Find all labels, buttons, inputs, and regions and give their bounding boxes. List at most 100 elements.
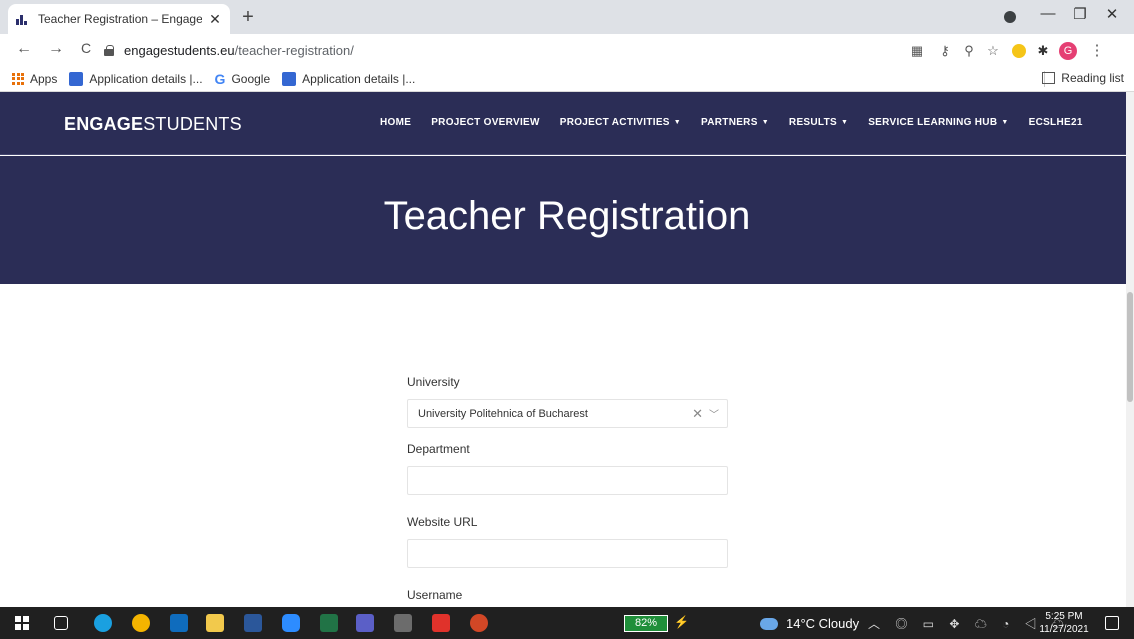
zoom-icon[interactable]: ⚲ [960,43,978,59]
reading-list-button[interactable]: Reading list [1042,71,1124,85]
department-label: Department [407,442,470,456]
weather-text: 14°C Cloudy [786,616,860,631]
weather-widget[interactable]: 14°C Cloudy [760,616,859,631]
apps-grid-icon [12,72,24,85]
forward-button[interactable]: → [46,40,66,58]
website-url-label: Website URL [407,515,478,529]
caret-down-icon: ▼ [840,119,849,126]
website-url-field[interactable] [407,539,728,568]
nav-item-partners[interactable]: PARTNERS ▼ [701,117,769,128]
task-view-icon[interactable] [54,616,68,630]
university-select[interactable]: University Politehnica of Bucharest ✕ ﹀ [407,399,728,428]
star-icon[interactable]: ☆ [984,43,1002,59]
nav-item-label: PROJECT OVERVIEW [431,117,540,128]
nav-item-ecslhe21[interactable]: ECSLHE21 [1029,117,1083,128]
university-value: University Politehnica of Bucharest [418,407,588,420]
menu-dots-icon[interactable]: ⋮ [1088,41,1106,59]
bookmark-label: Apps [30,71,58,86]
page-hero: Teacher Registration [0,156,1126,284]
teams-icon[interactable] [356,614,374,632]
back-button[interactable]: ← [14,40,34,58]
active-tab[interactable]: Teacher Registration – EngageStu ✕ [8,4,230,34]
nav-item-service-learning-hub[interactable]: SERVICE LEARNING HUB ▼ [868,117,1008,128]
clear-icon[interactable]: ✕ [692,406,703,422]
chrome-icon[interactable] [132,614,150,632]
reading-list-label: Reading list [1061,71,1124,85]
nav-item-label: ECSLHE21 [1028,117,1083,128]
bookmark-label: Application details |... [302,71,416,86]
scrollbar-thumb[interactable] [1127,292,1133,402]
nav-item-label: HOME [380,117,412,128]
tasks-app-icon[interactable] [394,614,412,632]
nav-item-home[interactable]: HOME [380,117,411,128]
username-label: Username [407,588,463,602]
site-favicon-icon [16,12,30,26]
nav-item-label: SERVICE LEARNING HUB [868,117,998,128]
system-clock[interactable]: 5:25 PM 11/27/2021 [1036,610,1092,636]
department-field[interactable] [407,466,728,495]
reload-button[interactable]: C [76,40,96,56]
file-explorer-icon[interactable] [206,614,224,632]
page-scrollbar[interactable] [1126,92,1134,607]
battery-indicator[interactable]: 82% [624,615,668,632]
nav-item-label: PROJECT ACTIVITIES [559,117,670,128]
nav-item-label: RESULTS [788,117,837,128]
bookmark-application-details-2[interactable]: Application details |... [282,71,416,86]
reading-list-icon [1042,72,1056,84]
charging-plug-icon: ⚡ [674,615,689,629]
bookmark-apps[interactable]: Apps [12,72,57,86]
lock-icon [104,44,114,56]
url-host: engagestudents.eu [124,42,235,58]
notification-icon[interactable] [1105,616,1119,630]
clock-date: 11/27/2021 [1039,624,1089,635]
tab-search-icon[interactable] [1004,11,1016,23]
google-icon: G [214,70,226,87]
page-viewport: ENGAGESTUDENTS HOME PROJECT OVERVIEW PROJE… [0,92,1126,607]
restore-button[interactable]: ❐ [1068,5,1092,29]
globe-icon [282,71,297,86]
zoom-app-icon[interactable] [282,614,300,632]
cloud-icon [760,617,778,630]
bookmark-label: Google [231,71,271,86]
nav-item-label: PARTNERS [701,117,758,128]
main-menu: HOME PROJECT OVERVIEW PROJECT ACTIVITIES ▼ P… [380,117,1103,128]
nav-item-results[interactable]: RESULTS ▼ [789,117,848,128]
site-logo[interactable]: ENGAGESTUDENTS [64,114,242,135]
nav-item-project-activities[interactable]: PROJECT ACTIVITIES ▼ [560,117,681,128]
word-icon[interactable] [244,614,262,632]
site-navbar: ENGAGESTUDENTS HOME PROJECT OVERVIEW PROJE… [0,92,1126,155]
caret-down-icon: ▼ [761,119,769,126]
bookmark-label: Application details |... [89,71,203,86]
powerpoint-icon[interactable] [470,614,488,632]
clock-time: 5:25 PM [1045,611,1083,622]
qr-code-icon[interactable]: ▦ [908,43,926,59]
acrobat-icon[interactable] [432,614,450,632]
nav-item-project-overview[interactable]: PROJECT OVERVIEW [431,117,540,128]
caret-down-icon: ▼ [1001,119,1009,126]
page-title: Teacher Registration [383,194,751,238]
chevron-down-icon[interactable]: ﹀ [709,406,719,421]
excel-icon[interactable] [320,614,338,632]
close-window-button[interactable]: ✕ [1100,5,1124,29]
puzzle-icon[interactable]: ✱ [1034,43,1052,59]
bookmarks-bar: Apps Application details |... G Google A… [0,66,1134,92]
outlook-icon[interactable] [170,614,188,632]
registration-form: University University Politehnica of Buc… [407,375,728,607]
edge-icon[interactable] [94,614,112,632]
bookmark-application-details-1[interactable]: Application details |... [69,71,203,86]
profile-avatar[interactable]: G [1059,42,1077,60]
url-path: /teacher-registration/ [234,42,354,58]
address-bar[interactable]: engagestudents.eu/teacher-registration/ [104,38,904,62]
windows-taskbar: 82% ⚡ 14°C Cloudy ︿ ◎ ▭ ✥ ☁ ◔ ◁ ☁ 5:25 P… [0,607,1134,639]
brand-light: STUDENTS [143,114,242,134]
minimize-button[interactable]: — [1036,5,1060,29]
key-icon[interactable]: ⚷ [936,43,954,59]
new-tab-button[interactable]: + [236,6,260,29]
bookmark-google[interactable]: G Google [215,71,271,87]
tab-title: Teacher Registration – EngageStu [38,12,202,26]
extension-icon[interactable] [1012,44,1026,58]
windows-start-icon[interactable] [15,616,29,630]
tab-close-icon[interactable]: ✕ [208,11,222,28]
url-text: engagestudents.eu/teacher-registration/ [124,43,354,58]
university-label: University [407,375,460,389]
